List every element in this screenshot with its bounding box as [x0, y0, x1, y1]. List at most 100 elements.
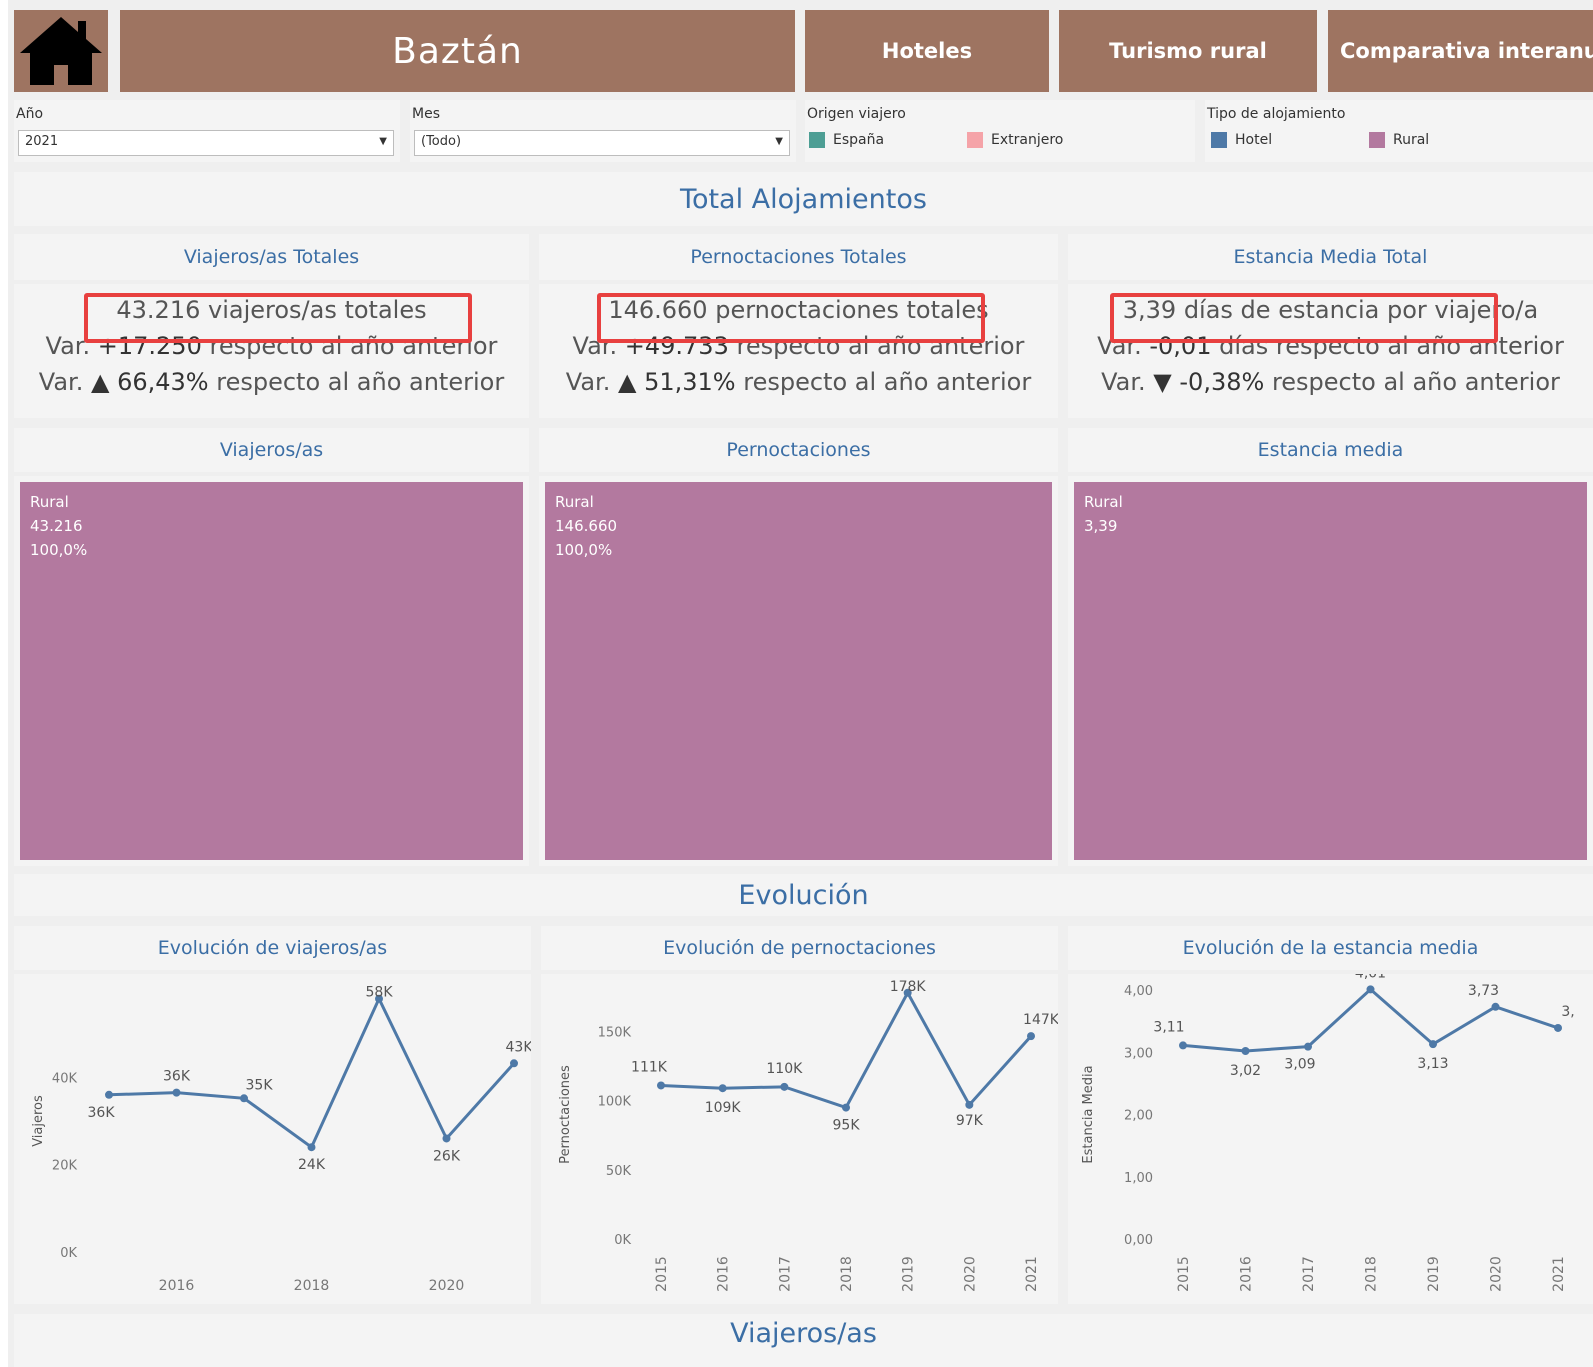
month-filter-label: Mes: [412, 106, 440, 122]
y-tick-label: 40K: [52, 1071, 78, 1086]
nav-hoteles-button[interactable]: Hoteles: [805, 10, 1049, 92]
x-tick-label: 2017: [1301, 1256, 1317, 1292]
series-line: [1182, 987, 1559, 1053]
data-point[interactable]: [657, 1081, 665, 1090]
legend-item-rural[interactable]: Rural: [1369, 132, 1429, 148]
x-tick-label: 2019: [901, 1256, 917, 1292]
x-tick-label: 2018: [294, 1278, 330, 1294]
data-label: 36K: [163, 1069, 191, 1085]
dropdown-arrow-icon: ▼: [775, 136, 783, 147]
data-label: 109K: [705, 1100, 742, 1116]
kpi-var-prefix: Var.: [38, 368, 84, 396]
data-label: 36K: [88, 1105, 116, 1121]
data-point[interactable]: [1554, 1023, 1562, 1032]
data-label: 3,13: [1417, 1056, 1448, 1072]
chart-viajeros-svg: Viajeros 0K 20K 40K 2016 2018 2020 36K 36K 35K 24K…: [31, 985, 533, 1294]
section-title-evolucion: Evolución: [14, 874, 1593, 916]
treemap-title-viajeros: Viajeros/as: [14, 428, 529, 472]
chart-title-viajeros: Evolución de viajeros/as: [14, 926, 531, 970]
treemap-pernoctaciones: Rural 146.660 100,0%: [539, 476, 1058, 866]
treemap-cell-pct: 100,0%: [30, 541, 88, 559]
legend-swatch: [1211, 132, 1227, 148]
y-tick-label: 150K: [598, 1026, 632, 1041]
kpi-var-suffix: respecto al año anterior: [743, 368, 1032, 396]
x-tick-label: 2016: [716, 1256, 732, 1292]
data-label: 3,02: [1230, 1063, 1261, 1079]
series-line: [660, 989, 1033, 1110]
x-tick-label: 2016: [159, 1278, 195, 1294]
data-point[interactable]: [780, 1082, 789, 1091]
treemap-cell-label: Rural: [1084, 493, 1123, 511]
treemap-estancia: Rural 3,39: [1068, 476, 1593, 866]
kpi-var-prefix: Var.: [565, 368, 611, 396]
x-tick-label: 2016: [1239, 1256, 1255, 1292]
chart-title-estancia: Evolución de la estancia media: [1068, 926, 1593, 970]
highlight-box: [84, 293, 472, 343]
year-select[interactable]: 2021 ▼: [18, 130, 394, 156]
y-axis-label: Pernoctaciones: [558, 1065, 573, 1164]
origin-legend: Origen viajero España Extranjero: [805, 100, 1195, 162]
x-tick-label: 2020: [962, 1256, 978, 1292]
y-axis-label: Estancia Media: [1081, 1065, 1096, 1163]
x-tick-label: 2018: [1364, 1256, 1380, 1292]
data-point[interactable]: [307, 1143, 316, 1152]
data-point[interactable]: [1241, 1047, 1250, 1056]
y-axis-label: Viajeros: [31, 1095, 46, 1147]
x-tick-label: 2021: [1024, 1256, 1040, 1292]
data-point[interactable]: [842, 1103, 850, 1112]
x-tick-label: 2018: [839, 1256, 855, 1292]
nav-turismo-rural-button[interactable]: Turismo rural: [1059, 10, 1317, 92]
treemap-title-pernoctaciones: Pernoctaciones: [539, 428, 1058, 472]
kpi-var-value: ▲ 51,31%: [618, 368, 736, 396]
section-title-total: Total Alojamientos: [14, 172, 1593, 226]
chart-pernoctaciones-svg: Pernoctaciones 0K 50K 100K 150K 2015 2016 2017 2…: [558, 979, 1060, 1292]
data-point[interactable]: [510, 1059, 518, 1068]
y-tick-label: 2,00: [1124, 1109, 1153, 1124]
data-point[interactable]: [442, 1134, 451, 1143]
x-tick-label: 2015: [654, 1256, 670, 1292]
nav-comparativa-button[interactable]: Comparativa interanual: [1328, 10, 1593, 92]
y-tick-label: 20K: [52, 1159, 78, 1174]
data-point[interactable]: [240, 1094, 248, 1103]
data-point[interactable]: [1027, 1032, 1035, 1041]
origin-legend-label: Origen viajero: [807, 106, 906, 122]
legend-item-hotel[interactable]: Hotel: [1211, 132, 1272, 148]
data-point[interactable]: [172, 1088, 181, 1097]
treemap-title-estancia: Estancia media: [1068, 428, 1593, 472]
home-icon: [20, 17, 102, 85]
data-point[interactable]: [1491, 1002, 1500, 1011]
legend-item-espana[interactable]: España: [809, 132, 884, 148]
year-filter-label: Año: [16, 106, 44, 122]
highlight-box: [597, 293, 985, 343]
kpi-var-prefix: Var.: [1101, 368, 1146, 396]
data-point[interactable]: [1366, 985, 1375, 994]
chart-pernoctaciones: Pernoctaciones 0K 50K 100K 150K 2015 2016 2017 2…: [541, 974, 1060, 1304]
treemap-cell-value: 43.216: [30, 517, 83, 535]
x-tick-label: 2020: [1489, 1256, 1505, 1292]
kpi-variation-pct: Var. ▲ 66,43% respecto al año anterior: [14, 368, 529, 396]
data-point[interactable]: [105, 1090, 113, 1099]
legend-label: Extranjero: [991, 132, 1064, 148]
section-title-viajeros: Viajeros/as: [14, 1314, 1593, 1367]
data-label: 147K: [1023, 1012, 1058, 1028]
data-point[interactable]: [1304, 1042, 1312, 1051]
home-button[interactable]: [14, 10, 108, 92]
treemap-cell-rural[interactable]: Rural 43.216 100,0%: [20, 482, 523, 860]
month-filter: Mes (Todo) ▼: [410, 100, 796, 162]
kpi-title-pernoctaciones: Pernoctaciones Totales: [539, 234, 1058, 280]
year-select-value: 2021: [25, 134, 59, 149]
legend-label: Rural: [1393, 132, 1430, 148]
data-point[interactable]: [1429, 1040, 1437, 1049]
treemap-cell-value: 3,39: [1084, 517, 1118, 535]
treemap-cell-rural[interactable]: Rural 3,39: [1074, 482, 1587, 860]
kpi-title-viajeros: Viajeros/as Totales: [14, 234, 529, 280]
y-tick-label: 100K: [598, 1095, 632, 1110]
legend-item-extranjero[interactable]: Extranjero: [967, 132, 1063, 148]
x-tick-label: 2017: [777, 1256, 793, 1292]
data-point[interactable]: [965, 1100, 974, 1109]
data-label: 58K: [366, 985, 394, 1001]
month-select[interactable]: (Todo) ▼: [414, 130, 790, 156]
treemap-cell-rural[interactable]: Rural 146.660 100,0%: [545, 482, 1052, 860]
data-point[interactable]: [718, 1084, 727, 1093]
data-point[interactable]: [1179, 1041, 1187, 1050]
